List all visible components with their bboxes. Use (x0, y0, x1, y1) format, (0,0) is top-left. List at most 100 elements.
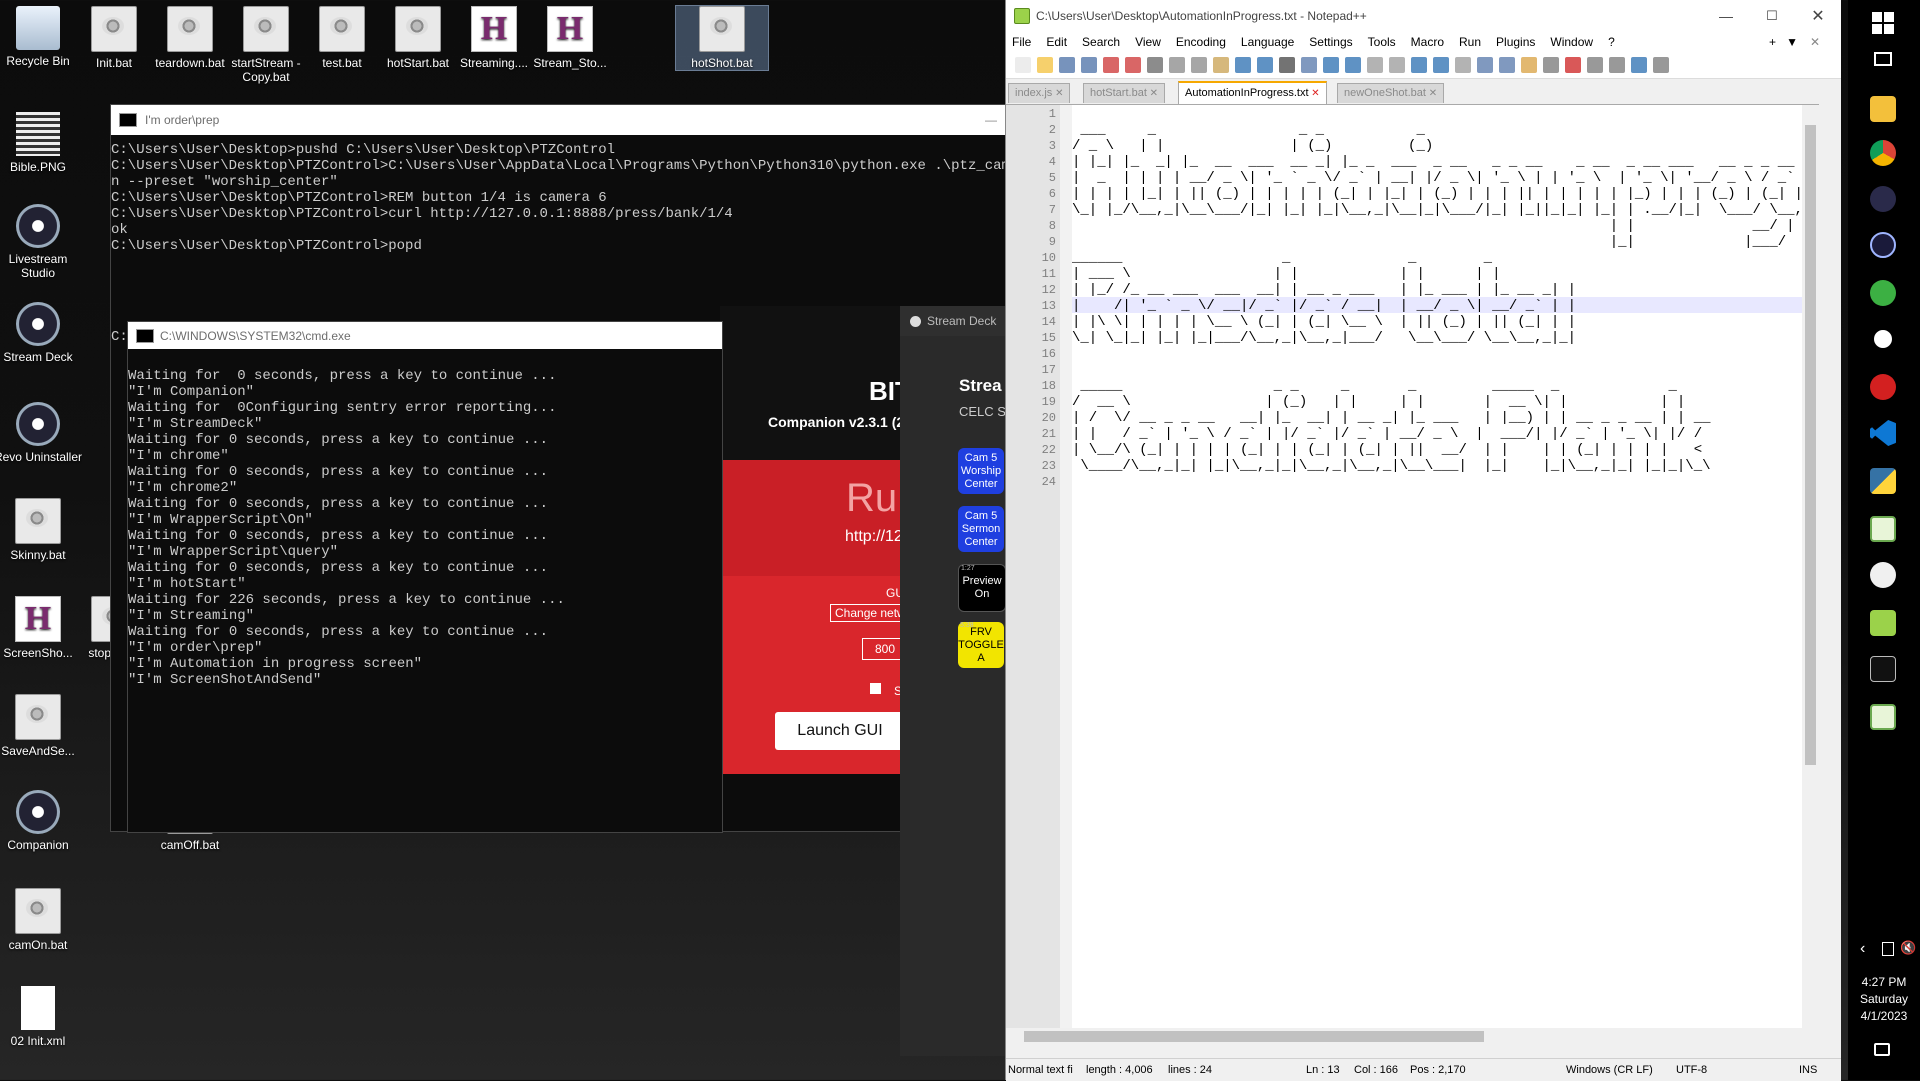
redo-icon[interactable] (1257, 57, 1273, 73)
menu-edit[interactable]: Edit (1046, 35, 1067, 49)
play-macro-icon[interactable] (1609, 57, 1625, 73)
close-tab-icon[interactable]: ✕ (1147, 88, 1158, 99)
start-button[interactable] (1872, 12, 1894, 34)
npp-editor[interactable]: 1 2 3 4 5 6 7 8 9 10 11 12 13 14 15 16 17 18 19 20 21 22 23 24 … (1006, 104, 1819, 1045)
menu-plugins[interactable]: Plugins (1496, 35, 1535, 49)
tab-newoneshot-bat[interactable]: newOneShot.bat ✕ (1337, 83, 1445, 103)
zoom-out-icon[interactable] (1345, 57, 1361, 73)
menu-search[interactable]: Search (1082, 35, 1120, 49)
menu-settings[interactable]: Settings (1309, 35, 1352, 49)
close-doc-icon[interactable]: ✕ (1810, 32, 1820, 52)
minimize-button[interactable]: — (985, 113, 997, 127)
notepad-plus-plus-2-icon[interactable] (1870, 610, 1896, 636)
companion-url[interactable]: http://12 (845, 528, 903, 546)
stream-deck-key-cam-5-sermon-center[interactable]: Cam 5 Sermon Center (958, 506, 1004, 552)
undo-icon[interactable] (1235, 57, 1251, 73)
maximize-button[interactable]: ☐ (1749, 8, 1795, 24)
desktop-icon-stream-sto[interactable]: H Stream_Sto... (524, 6, 616, 70)
save-macro-icon[interactable] (1653, 57, 1669, 73)
record-app-icon[interactable] (1870, 374, 1896, 400)
tab-index-js[interactable]: index.js ✕ (1008, 83, 1071, 103)
find-icon[interactable] (1279, 57, 1295, 73)
menu-file[interactable]: File (1012, 35, 1031, 49)
desktop-icon-hotshot-bat[interactable]: hotShot.bat (675, 5, 769, 71)
companion-checkbox[interactable] (870, 683, 881, 694)
menu-help[interactable]: ? (1608, 35, 1615, 49)
cmd1-titlebar[interactable]: I'm order\prep — (111, 105, 1011, 135)
monitor-icon[interactable] (1543, 57, 1559, 73)
clock-app-icon[interactable] (1870, 562, 1896, 588)
cmd2-titlebar[interactable]: C:\WINDOWS\SYSTEM32\cmd.exe (128, 322, 722, 349)
cmd-window-system32[interactable]: C:\WINDOWS\SYSTEM32\cmd.exe Waiting for … (127, 321, 723, 833)
cut-icon[interactable] (1169, 57, 1185, 73)
clock-date[interactable]: 4/1/2023 (1848, 1009, 1920, 1023)
paste-icon[interactable] (1213, 57, 1229, 73)
save-icon[interactable] (1059, 57, 1075, 73)
stream-deck-taskbar-icon[interactable] (1870, 232, 1896, 258)
companion-taskbar-icon[interactable] (1870, 326, 1896, 352)
task-view-icon[interactable] (1874, 52, 1892, 66)
launch-gui-button[interactable]: Launch GUI (775, 712, 905, 750)
cmd1-console-output[interactable]: C:\Users\User\Desktop>pushd C:\Users\Use… (111, 135, 1011, 254)
new-file-icon[interactable] (1015, 57, 1031, 73)
close-tab-icon[interactable]: ✕ (1309, 88, 1319, 99)
zoom-in-icon[interactable] (1323, 57, 1339, 73)
menu-window[interactable]: Window (1550, 35, 1593, 49)
show-hidden-icons-chevron-icon[interactable]: ‹ (1860, 940, 1865, 958)
notepad-plus-plus-window[interactable]: C:\Users\User\Desktop\AutomationInProgre… (1005, 0, 1841, 1081)
close-tab-icon[interactable]: ✕ (1426, 88, 1437, 99)
stream-deck-window[interactable]: Stream Deck Strea CELC S Cam 5 Worship C… (900, 306, 1006, 1056)
obs-icon[interactable] (1870, 186, 1896, 212)
cmd2-console-output[interactable]: Waiting for 0 seconds, press a key to co… (128, 349, 722, 688)
clock-day[interactable]: Saturday (1848, 992, 1920, 1006)
notifications-icon[interactable] (1874, 1043, 1890, 1056)
tab-hotstart-bat[interactable]: hotStart.bat ✕ (1083, 83, 1166, 103)
sync-v-icon[interactable] (1367, 57, 1383, 73)
open-file-icon[interactable] (1037, 57, 1053, 73)
network-icon[interactable] (1882, 942, 1894, 956)
stream-deck-key-frv-toggle-a[interactable]: FRV TOGGLE A 5:38 (958, 622, 1004, 668)
word-wrap-icon[interactable] (1411, 57, 1427, 73)
vscode-icon[interactable] (1870, 420, 1896, 446)
desktop-icon-saveandse[interactable]: SaveAndSe... (0, 694, 84, 758)
npp-titlebar[interactable]: C:\Users\User\Desktop\AutomationInProgre… (1006, 0, 1841, 32)
change-network-select[interactable]: Change netw (830, 604, 910, 622)
stop-macro-icon[interactable] (1587, 57, 1603, 73)
editor-text[interactable]: ___ _ _ _ _ / _ \ | | | (_) (_) | |_| |_ _… (1072, 106, 1819, 490)
tab-automationinprogress-txt[interactable]: AutomationInProgress.txt ✕ (1178, 81, 1327, 105)
print-icon[interactable] (1147, 57, 1163, 73)
menu-view[interactable]: View (1135, 35, 1161, 49)
upload-app-icon[interactable] (1870, 280, 1896, 306)
menu-run[interactable]: Run (1459, 35, 1481, 49)
python-icon[interactable] (1870, 468, 1896, 494)
horizontal-scrollbar[interactable] (1006, 1028, 1802, 1045)
stream-deck-key-preview-on[interactable]: Preview On 1:27 (958, 564, 1006, 612)
minimize-button[interactable]: — (1703, 8, 1749, 24)
close-button[interactable]: ✕ (1795, 6, 1841, 26)
close-all-icon[interactable] (1125, 57, 1141, 73)
close-tab-icon[interactable]: ✕ (1052, 88, 1063, 99)
replace-icon[interactable] (1301, 57, 1317, 73)
close-icon[interactable] (1103, 57, 1119, 73)
doc-map-icon[interactable] (1477, 57, 1493, 73)
folder-workspace-icon[interactable] (1521, 57, 1537, 73)
indent-guide-icon[interactable] (1455, 57, 1471, 73)
notepad-plus-plus-taskbar-icon[interactable] (1870, 516, 1896, 542)
notepad-plus-plus-3-icon[interactable] (1870, 704, 1896, 730)
record-macro-icon[interactable] (1565, 57, 1581, 73)
vertical-scrollbar[interactable] (1802, 105, 1819, 1045)
all-chars-icon[interactable] (1433, 57, 1449, 73)
run-macro-icon[interactable] (1631, 57, 1647, 73)
copy-icon[interactable] (1191, 57, 1207, 73)
terminal-icon[interactable] (1870, 656, 1896, 682)
desktop-icon-camon-bat[interactable]: camOn.bat (0, 888, 84, 952)
menu-macro[interactable]: Macro (1411, 35, 1444, 49)
chrome-icon[interactable] (1870, 140, 1896, 166)
desktop-icon-02-init-xml[interactable]: 02 Init.xml (0, 986, 84, 1048)
clock-time[interactable]: 4:27 PM (1848, 975, 1920, 989)
save-all-icon[interactable] (1081, 57, 1097, 73)
menu-tools[interactable]: Tools (1368, 35, 1396, 49)
stream-deck-key-cam-5-worship-center[interactable]: Cam 5 Worship Center (958, 448, 1004, 494)
volume-muted-icon[interactable]: 🔇 (1900, 940, 1916, 956)
file-explorer-icon[interactable] (1870, 96, 1896, 122)
